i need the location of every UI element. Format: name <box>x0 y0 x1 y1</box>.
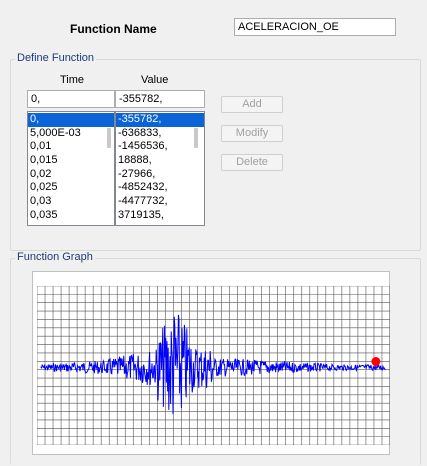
time-column-header: Time <box>60 74 85 86</box>
time-list-item[interactable]: 0,025 <box>28 181 114 195</box>
value-list-item[interactable]: -27966, <box>116 168 204 182</box>
time-list[interactable]: 0, 5,000E-03 0,01 0,015 0,02 0,025 0,03 0,035 <box>27 111 115 226</box>
function-name-label: Function Name <box>70 22 157 36</box>
value-list-item[interactable]: -1456536, <box>116 140 204 154</box>
time-list-item[interactable]: 0,015 <box>28 154 114 168</box>
value-list-item[interactable]: -4477732, <box>116 195 204 209</box>
time-list-item[interactable]: 0,03 <box>28 195 114 209</box>
value-input[interactable]: -355782, <box>115 90 205 108</box>
value-list-item[interactable]: -636833, <box>116 127 204 141</box>
time-list-item[interactable]: 0,035 <box>28 209 114 223</box>
value-list[interactable]: -355782, -636833, -1456536, 18888, -27966, -4… <box>115 111 205 226</box>
delete-button[interactable]: Delete <box>221 154 283 171</box>
time-list-item[interactable]: 0, <box>28 113 114 127</box>
function-graph-title: Function Graph <box>15 251 95 263</box>
time-list-scrollbar[interactable] <box>107 128 111 148</box>
value-list-item[interactable]: 3719135, <box>116 209 204 223</box>
value-list-item[interactable]: 18888, <box>116 154 204 168</box>
modify-button[interactable]: Modify <box>221 125 283 142</box>
time-list-item[interactable]: 0,02 <box>28 168 114 182</box>
function-graph-plot <box>37 286 390 445</box>
value-list-item[interactable]: -4852432, <box>116 181 204 195</box>
time-input[interactable]: 0, <box>27 90 115 108</box>
define-function-title: Define Function <box>15 52 97 64</box>
add-button[interactable]: Add <box>221 96 283 113</box>
current-point-marker <box>371 357 381 366</box>
value-list-scrollbar[interactable] <box>194 128 198 148</box>
value-column-header: Value <box>141 74 169 86</box>
value-list-item[interactable]: -355782, <box>116 113 204 127</box>
function-name-input[interactable]: ACELERACION_OE <box>234 18 396 36</box>
time-list-item[interactable]: 0,01 <box>28 140 114 154</box>
time-list-item[interactable]: 5,000E-03 <box>28 127 114 141</box>
